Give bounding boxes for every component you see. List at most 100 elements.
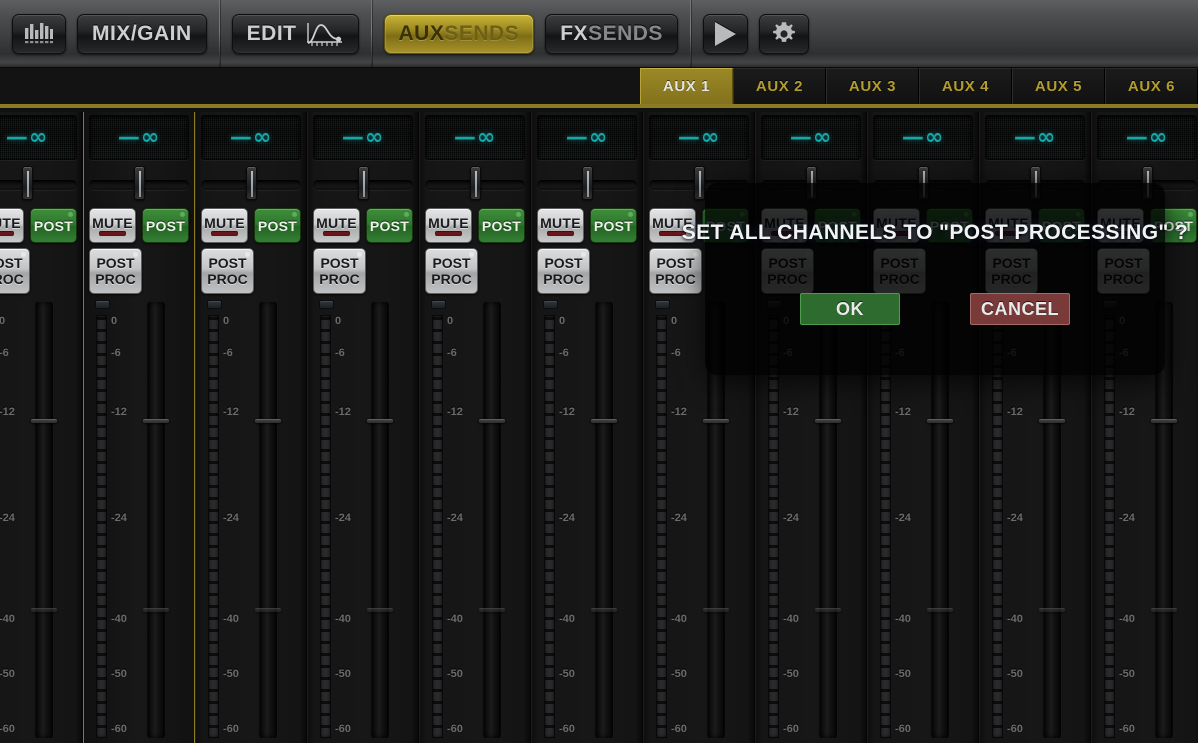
send-slider[interactable] [425,162,525,204]
mute-indicator [211,231,238,236]
post-button[interactable]: POST [30,208,77,243]
slider-handle[interactable] [357,166,369,200]
fxsends-label-fx: FX [560,21,589,45]
meter-tick: 0 [111,315,118,327]
fader-handle[interactable] [1151,418,1177,423]
channel-fader[interactable] [235,300,301,740]
mixer-app: MIX/GAIN EDIT AUX SENDS FX SENDS AUX 1 A… [0,0,1198,743]
fader-handle[interactable] [703,418,729,423]
mute-button[interactable]: MUTE [537,208,584,243]
channel-fader[interactable] [347,300,413,740]
post-proc-line1: POST [208,255,247,271]
fader-track [595,302,613,738]
channel-fader[interactable] [123,300,189,740]
post-proc-line1: POST [0,255,23,271]
send-slider[interactable] [201,162,301,204]
toolbar-group-sends: AUX SENDS FX SENDS [372,0,690,68]
signal-led [655,300,670,309]
fader-handle[interactable] [591,418,617,423]
fader-handle[interactable] [927,418,953,423]
slider-handle[interactable] [133,166,145,200]
send-slider[interactable] [313,162,413,204]
fader-handle[interactable] [367,418,393,423]
fxsends-button[interactable]: FX SENDS [545,13,678,54]
channel-strip[interactable]: —∞MUTEPOSTPOSTPROC0-6-12-24-40-50-60 [419,112,531,743]
mute-button[interactable]: MUTE [425,208,472,243]
post-button[interactable]: POST [254,208,301,243]
channel-strip[interactable]: —∞MUTEPOSTPOSTPROC0-6-12-24-40-50-60 [531,112,643,743]
cancel-button[interactable]: CANCEL [970,293,1070,325]
post-proc-line1: POST [656,255,695,271]
meter-tick: 0 [223,315,230,327]
meter-tick: 0 [559,315,566,327]
fader-handle[interactable] [479,418,505,423]
fader-handle[interactable] [255,418,281,423]
post-proc-button[interactable]: POSTPROC [201,248,254,294]
signal-led [431,300,446,309]
slider-handle[interactable] [469,166,481,200]
slider-handle[interactable] [21,166,33,200]
auxsends-button[interactable]: AUX SENDS [383,13,535,54]
post-button[interactable]: POST [590,208,637,243]
fader-handle[interactable] [143,418,169,423]
settings-button[interactable] [758,13,809,54]
mute-button[interactable]: MUTE [0,208,24,243]
slider-handle[interactable] [245,166,257,200]
send-slider[interactable] [0,162,77,204]
ok-label: OK [836,298,864,319]
tab-aux-5[interactable]: AUX 5 [1012,68,1105,104]
post-proc-button[interactable]: POSTPROC [537,248,590,294]
fader-handle[interactable] [1039,418,1065,423]
post-proc-button[interactable]: POSTPROC [89,248,142,294]
channel-strip[interactable]: —∞MUTEPOSTPOSTPROC0-6-12-24-40-50-60 [0,112,83,743]
meters-button[interactable] [12,13,66,54]
channel-strip[interactable]: —∞MUTEPOSTPOSTPROC0-6-12-24-40-50-60 [195,112,307,743]
level-meter: 0-6-12-24-40-50-60 [537,300,575,740]
channel-fader[interactable] [459,300,525,740]
level-value: —∞ [117,125,161,150]
cancel-label: CANCEL [981,298,1059,319]
meter-bars-icon [25,22,53,43]
post-proc-button[interactable]: POSTPROC [649,248,702,294]
tab-aux-3[interactable]: AUX 3 [826,68,919,104]
post-proc-button[interactable]: POSTPROC [0,248,30,294]
fader-track [259,302,277,738]
tab-aux-6[interactable]: AUX 6 [1105,68,1198,104]
tab-label: AUX 5 [1034,78,1083,95]
post-proc-line2: PROC [207,271,248,287]
fader-handle-mark [479,608,505,612]
channel-fader[interactable] [571,300,637,740]
slider-handle[interactable] [693,166,705,200]
send-slider[interactable] [537,162,637,204]
play-button[interactable] [702,13,748,54]
mute-button[interactable]: MUTE [201,208,248,243]
tab-aux-1[interactable]: AUX 1 [640,68,733,104]
post-button[interactable]: POST [478,208,525,243]
mute-button[interactable]: MUTE [89,208,136,243]
meter-segments [1104,315,1115,738]
slider-track [0,180,77,190]
fader-handle[interactable] [31,418,57,423]
ok-button[interactable]: OK [800,293,900,325]
meter-segments [208,315,219,738]
post-button[interactable]: POST [142,208,189,243]
tab-aux-4[interactable]: AUX 4 [919,68,1012,104]
channel-strip[interactable]: —∞MUTEPOSTPOSTPROC0-6-12-24-40-50-60 [83,112,195,743]
post-proc-button[interactable]: POSTPROC [425,248,478,294]
channel-button-row-2: POSTPROC [425,248,525,294]
edit-button[interactable]: EDIT [231,13,359,54]
send-slider[interactable] [89,162,189,204]
mix-gain-button[interactable]: MIX/GAIN [77,13,207,54]
fader-handle[interactable] [815,418,841,423]
post-button[interactable]: POST [366,208,413,243]
post-proc-button[interactable]: POSTPROC [313,248,366,294]
slider-handle[interactable] [581,166,593,200]
tab-aux-2[interactable]: AUX 2 [733,68,826,104]
meter-segments [656,315,667,738]
channel-strip[interactable]: —∞MUTEPOSTPOSTPROC0-6-12-24-40-50-60 [307,112,419,743]
level-value: —∞ [453,125,497,150]
tab-label: AUX 4 [941,78,990,95]
channel-fader[interactable] [11,300,77,740]
meter-tick: 0 [335,315,342,327]
mute-button[interactable]: MUTE [313,208,360,243]
